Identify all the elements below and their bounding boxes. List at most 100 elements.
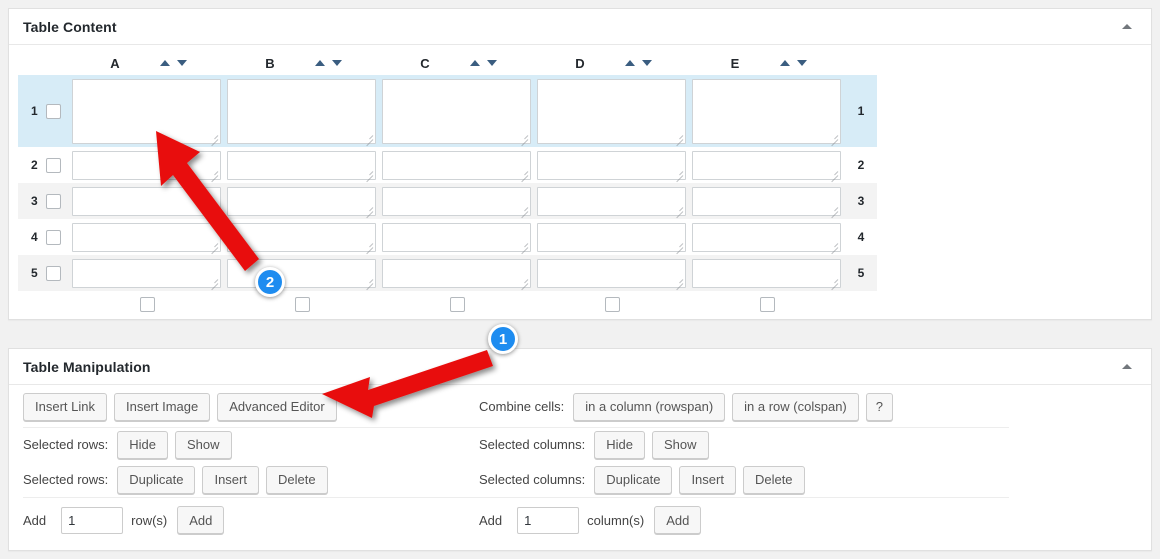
table-cell-d5[interactable] [535, 255, 690, 291]
table-cell-b4[interactable] [225, 219, 380, 255]
table-cell-c4[interactable] [380, 219, 535, 255]
columns-delete-button[interactable]: Delete [742, 465, 805, 494]
columns-hide-button[interactable]: Hide [594, 430, 645, 459]
table-cell-b1[interactable] [225, 75, 380, 147]
resize-grip-icon[interactable] [518, 276, 528, 286]
table-cell-a5[interactable] [70, 255, 225, 291]
resize-grip-icon[interactable] [208, 276, 218, 286]
add-rows-button[interactable]: Add [177, 506, 225, 534]
table-cell-e1[interactable] [690, 75, 845, 147]
column-select-checkbox-c[interactable] [450, 297, 465, 312]
row-select-checkbox-2[interactable] [45, 157, 61, 173]
add-rows-input[interactable] [61, 506, 124, 534]
column-header-c[interactable]: C [380, 51, 535, 75]
sort-asc-icon-a[interactable] [160, 60, 170, 66]
column-select-checkbox-b[interactable] [295, 297, 310, 312]
row-header-2[interactable]: 2 [18, 147, 70, 183]
row-footer-2[interactable]: 2 [845, 147, 877, 183]
column-select-checkbox-a[interactable] [140, 297, 155, 312]
row-select-checkbox-3[interactable] [45, 193, 61, 209]
rows-hide-button[interactable]: Hide [117, 430, 169, 459]
rows-insert-button[interactable]: Insert [202, 465, 259, 494]
column-header-e[interactable]: E [690, 51, 845, 75]
table-manipulation-panel-header[interactable]: Table Manipulation [9, 349, 1151, 385]
rows-duplicate-button[interactable]: Duplicate [117, 465, 196, 494]
table-cell-b5[interactable] [225, 255, 380, 291]
add-columns-button[interactable]: Add [654, 506, 702, 534]
insert-link-button[interactable]: Insert Link [23, 392, 107, 421]
resize-grip-icon[interactable] [828, 168, 838, 178]
table-cell-d2[interactable] [535, 147, 690, 183]
rows-show-button[interactable]: Show [175, 430, 232, 459]
table-cell-b3[interactable] [225, 183, 380, 219]
row-header-5[interactable]: 5 [18, 255, 70, 291]
row-footer-4[interactable]: 4 [845, 219, 877, 255]
resize-grip-icon[interactable] [828, 204, 838, 214]
columns-duplicate-button[interactable]: Duplicate [594, 465, 673, 494]
row-select-checkbox-5[interactable] [45, 265, 61, 281]
column-select-cell-b[interactable] [225, 291, 380, 321]
sort-asc-icon-b[interactable] [315, 60, 325, 66]
row-select-checkbox-4[interactable] [45, 229, 61, 245]
row-footer-5[interactable]: 5 [845, 255, 877, 291]
resize-grip-icon[interactable] [363, 168, 373, 178]
resize-grip-icon[interactable] [208, 168, 218, 178]
resize-grip-icon[interactable] [828, 132, 838, 142]
table-cell-a4[interactable] [70, 219, 225, 255]
column-header-b[interactable]: B [225, 51, 380, 75]
sort-desc-icon-b[interactable] [332, 60, 342, 66]
table-cell-e4[interactable] [690, 219, 845, 255]
chevron-up-icon[interactable] [1117, 17, 1137, 37]
resize-grip-icon[interactable] [208, 204, 218, 214]
combine-rowspan-button[interactable]: in a column (rowspan) [573, 392, 726, 421]
rows-delete-button[interactable]: Delete [265, 465, 328, 494]
table-cell-d4[interactable] [535, 219, 690, 255]
combine-help-button[interactable]: ? [865, 392, 893, 421]
table-cell-c5[interactable] [380, 255, 535, 291]
column-select-checkbox-e[interactable] [760, 297, 775, 312]
table-cell-d1[interactable] [535, 75, 690, 147]
row-footer-3[interactable]: 3 [845, 183, 877, 219]
add-columns-input[interactable] [517, 506, 580, 534]
table-cell-a1[interactable] [70, 75, 225, 147]
table-cell-c3[interactable] [380, 183, 535, 219]
chevron-up-icon[interactable] [1117, 357, 1137, 377]
column-header-d[interactable]: D [535, 51, 690, 75]
row-header-3[interactable]: 3 [18, 183, 70, 219]
resize-grip-icon[interactable] [673, 132, 683, 142]
sort-desc-icon-c[interactable] [487, 60, 497, 66]
sort-asc-icon-c[interactable] [470, 60, 480, 66]
insert-image-button[interactable]: Insert Image [113, 392, 211, 421]
sort-desc-icon-d[interactable] [642, 60, 652, 66]
column-header-a[interactable]: A [70, 51, 225, 75]
resize-grip-icon[interactable] [673, 276, 683, 286]
resize-grip-icon[interactable] [518, 240, 528, 250]
resize-grip-icon[interactable] [828, 276, 838, 286]
resize-grip-icon[interactable] [673, 204, 683, 214]
table-cell-e5[interactable] [690, 255, 845, 291]
advanced-editor-button[interactable]: Advanced Editor [217, 392, 337, 421]
row-header-1[interactable]: 1 [18, 75, 70, 147]
resize-grip-icon[interactable] [673, 240, 683, 250]
resize-grip-icon[interactable] [828, 240, 838, 250]
column-select-checkbox-d[interactable] [605, 297, 620, 312]
table-cell-c2[interactable] [380, 147, 535, 183]
resize-grip-icon[interactable] [673, 168, 683, 178]
table-cell-c1[interactable] [380, 75, 535, 147]
columns-show-button[interactable]: Show [651, 430, 709, 459]
resize-grip-icon[interactable] [363, 240, 373, 250]
sort-asc-icon-e[interactable] [780, 60, 790, 66]
resize-grip-icon[interactable] [518, 132, 528, 142]
combine-colspan-button[interactable]: in a row (colspan) [732, 392, 859, 421]
column-select-cell-d[interactable] [535, 291, 690, 321]
resize-grip-icon[interactable] [363, 132, 373, 142]
resize-grip-icon[interactable] [363, 276, 373, 286]
row-footer-1[interactable]: 1 [845, 75, 877, 147]
resize-grip-icon[interactable] [208, 132, 218, 142]
resize-grip-icon[interactable] [208, 240, 218, 250]
row-header-4[interactable]: 4 [18, 219, 70, 255]
table-cell-d3[interactable] [535, 183, 690, 219]
resize-grip-icon[interactable] [518, 168, 528, 178]
column-select-cell-c[interactable] [380, 291, 535, 321]
table-cell-a3[interactable] [70, 183, 225, 219]
